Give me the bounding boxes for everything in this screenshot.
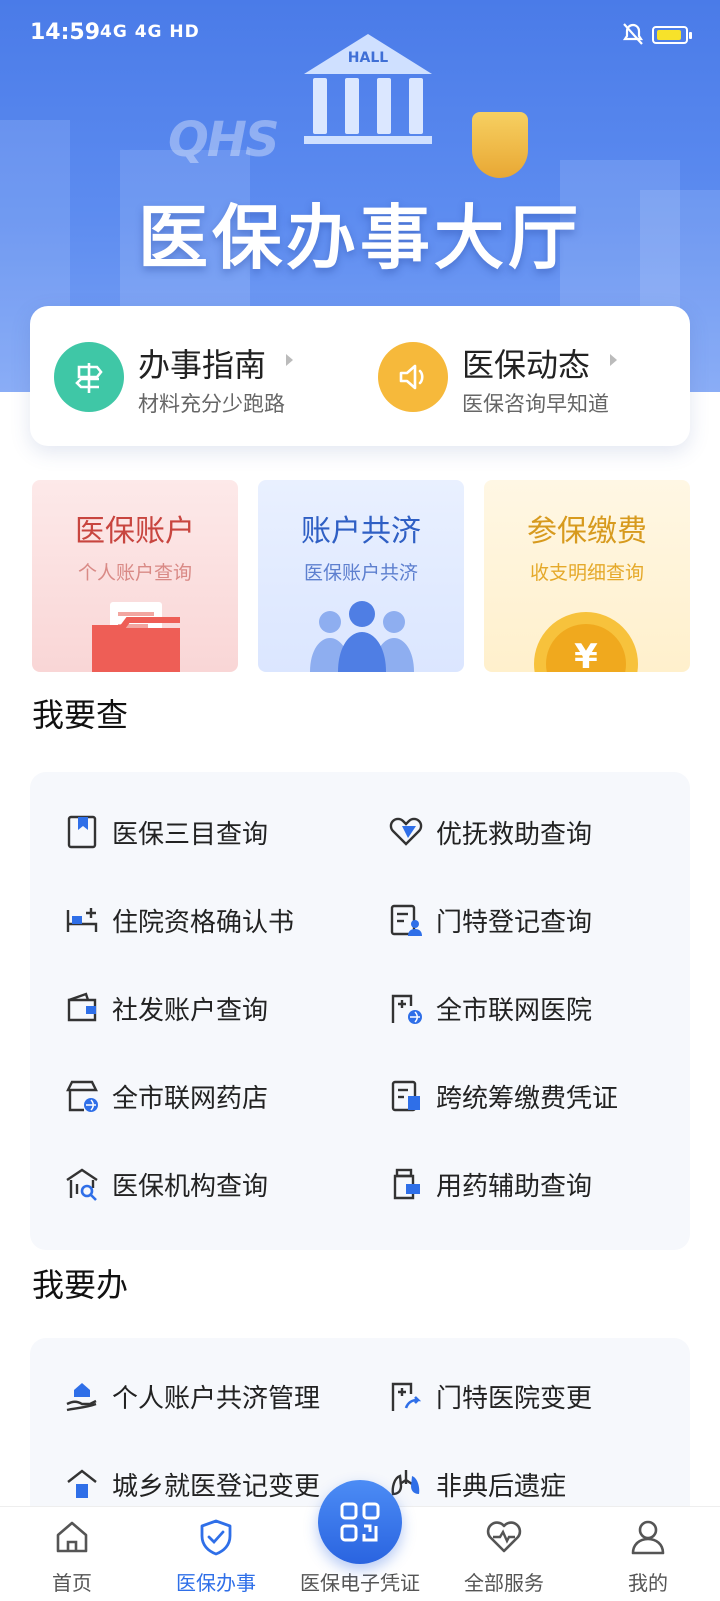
shield-decor-icon bbox=[472, 112, 528, 178]
tile-title: 账户共济 bbox=[301, 514, 421, 549]
tile-title: 医保账户 bbox=[75, 514, 195, 549]
group-people-icon bbox=[310, 601, 414, 672]
tile-title: 参保缴费 bbox=[527, 514, 647, 549]
user-icon bbox=[631, 1520, 665, 1555]
service-item-network-hospital[interactable]: 全市联网医院 bbox=[388, 984, 688, 1034]
tile-subtitle: 收支明细查询 bbox=[529, 562, 644, 584]
service-item-drug-catalog[interactable]: 医保三目查询 bbox=[64, 808, 364, 858]
network-indicator: 4G 4G HD bbox=[100, 22, 200, 42]
service-label: 门特医院变更 bbox=[436, 1384, 593, 1414]
service-item-institution-query[interactable]: 医保机构查询 bbox=[64, 1160, 364, 1210]
service-item-account-mutual-management[interactable]: 个人账户共济管理 bbox=[64, 1372, 364, 1422]
service-label: 优抚救助查询 bbox=[436, 820, 593, 850]
guide-card: 办事指南 材料充分少跑路 医保动态 医保咨询早知道 bbox=[30, 306, 690, 446]
tab-label: 首页 bbox=[52, 1571, 92, 1595]
tile-subtitle: 医保账户共济 bbox=[303, 562, 418, 584]
service-label: 社发账户查询 bbox=[112, 996, 269, 1026]
guide-subtitle: 材料充分少跑路 bbox=[138, 392, 285, 416]
speaker-icon bbox=[378, 342, 448, 412]
service-label: 门特登记查询 bbox=[436, 908, 593, 938]
service-label: 个人账户共济管理 bbox=[112, 1384, 321, 1414]
service-label: 跨统筹缴费凭证 bbox=[436, 1084, 619, 1114]
tile-insurance-account[interactable]: 医保账户 个人账户查询 bbox=[32, 480, 238, 672]
institution-search-icon bbox=[66, 1168, 98, 1201]
mute-icon bbox=[622, 22, 644, 50]
service-label: 医保机构查询 bbox=[112, 1172, 269, 1202]
coin-icon: ¥ bbox=[534, 612, 638, 672]
shield-check-icon bbox=[200, 1519, 232, 1556]
medicine-bottle-icon bbox=[393, 1168, 420, 1200]
hospital-change-icon bbox=[391, 1382, 422, 1411]
svg-text:¥: ¥ bbox=[574, 637, 598, 672]
service-item-hospitalization-cert[interactable]: 住院资格确认书 bbox=[64, 896, 364, 946]
tab-home[interactable]: 首页 bbox=[0, 1507, 144, 1601]
service-label: 全市联网药店 bbox=[112, 1084, 269, 1114]
hand-house-icon bbox=[66, 1383, 97, 1412]
tile-account-mutual-aid[interactable]: 账户共济 医保账户共济 bbox=[258, 480, 464, 672]
tab-label: 医保电子凭证 bbox=[300, 1571, 420, 1595]
qr-code-icon bbox=[340, 1502, 380, 1542]
wallet-icon bbox=[67, 992, 97, 1022]
e-voucher-qr-button[interactable] bbox=[318, 1480, 402, 1564]
pharmacy-icon bbox=[66, 1080, 98, 1112]
service-item-network-pharmacy[interactable]: 全市联网药店 bbox=[64, 1072, 364, 1122]
service-item-special-hospital-change[interactable]: 门特医院变更 bbox=[388, 1372, 688, 1422]
battery-icon bbox=[652, 26, 692, 44]
service-label: 住院资格确认书 bbox=[112, 908, 295, 938]
heart-pulse-icon bbox=[486, 1521, 522, 1553]
tab-all-services[interactable]: 全部服务 bbox=[432, 1507, 576, 1601]
service-label: 非典后遗症 bbox=[436, 1472, 567, 1502]
service-item-medication-query[interactable]: 用药辅助查询 bbox=[388, 1160, 688, 1210]
service-item-relief-query[interactable]: 优抚救助查询 bbox=[388, 808, 688, 858]
service-item-social-account[interactable]: 社发账户查询 bbox=[64, 984, 364, 1034]
guide-title: 办事指南 bbox=[138, 346, 267, 384]
tab-label: 医保办事 bbox=[176, 1571, 256, 1595]
service-item-medical-register-change[interactable]: 城乡就医登记变更 bbox=[64, 1460, 364, 1510]
bookmark-icon bbox=[67, 815, 97, 849]
hospital-bed-icon bbox=[66, 908, 98, 932]
insurance-news-button[interactable]: 医保动态 医保咨询早知道 bbox=[354, 336, 654, 416]
service-item-cross-payment-voucher[interactable]: 跨统筹缴费凭证 bbox=[388, 1072, 688, 1122]
query-section-title: 我要查 bbox=[32, 696, 129, 734]
tile-payment[interactable]: 参保缴费 收支明细查询 ¥ bbox=[484, 480, 690, 672]
handle-section-title: 我要办 bbox=[32, 1266, 129, 1304]
service-guide-button[interactable]: 办事指南 材料充分少跑路 bbox=[30, 336, 330, 416]
hospital-network-icon bbox=[391, 994, 422, 1024]
service-label: 用药辅助查询 bbox=[436, 1172, 593, 1202]
receipt-icon bbox=[391, 1080, 420, 1112]
service-item-sars-sequelae[interactable]: 非典后遗症 bbox=[388, 1460, 688, 1510]
service-label: 全市联网医院 bbox=[436, 996, 593, 1026]
query-panel: 医保三目查询 优抚救助查询 住院资格确认书 门特登记查询 社发账户查询 全市联网… bbox=[30, 772, 690, 1250]
tab-label: 我的 bbox=[628, 1571, 668, 1595]
page-title: 医保办事大厅 bbox=[138, 197, 582, 279]
register-user-icon bbox=[390, 904, 422, 936]
heart-hand-icon bbox=[389, 817, 423, 846]
hero-logo-text: QHS bbox=[168, 112, 280, 168]
chevron-right-icon bbox=[286, 354, 293, 366]
status-bar: 14:59 4G 4G HD bbox=[0, 0, 720, 70]
news-subtitle: 医保咨询早知道 bbox=[462, 392, 609, 416]
chevron-right-icon bbox=[610, 354, 617, 366]
tab-label: 全部服务 bbox=[464, 1571, 544, 1595]
tab-insurance-affairs[interactable]: 医保办事 bbox=[144, 1507, 288, 1601]
news-title: 医保动态 bbox=[462, 346, 591, 384]
service-label: 城乡就医登记变更 bbox=[112, 1472, 321, 1502]
service-item-special-register[interactable]: 门特登记查询 bbox=[388, 896, 688, 946]
tab-profile[interactable]: 我的 bbox=[576, 1507, 720, 1601]
status-time: 14:59 bbox=[30, 20, 101, 45]
tile-subtitle: 个人账户查询 bbox=[77, 562, 192, 584]
service-label: 医保三目查询 bbox=[112, 820, 269, 850]
home-icon bbox=[56, 1521, 88, 1553]
folder-document-icon bbox=[92, 602, 180, 672]
signpost-icon bbox=[54, 342, 124, 412]
house-icon bbox=[67, 1469, 97, 1498]
